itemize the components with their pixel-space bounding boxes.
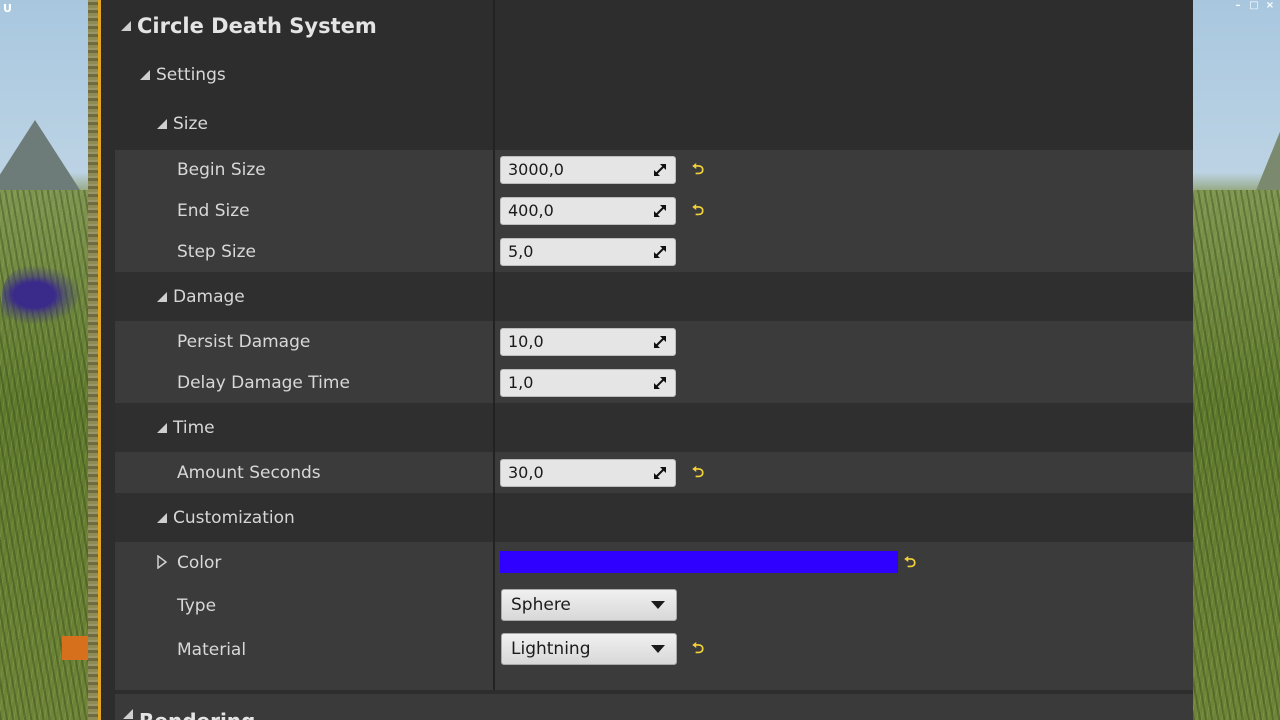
collapse-arrow-icon[interactable]: [157, 422, 167, 433]
reset-to-default-icon[interactable]: ⮌: [692, 203, 706, 218]
reset-to-default-icon[interactable]: ⮌: [692, 641, 706, 656]
drag-arrows-icon[interactable]: [653, 204, 667, 218]
minimize-icon[interactable]: –: [1232, 0, 1244, 12]
category-title: Circle Death System: [137, 14, 377, 38]
amount-seconds-input[interactable]: 30,0: [500, 459, 676, 487]
step-size-value: 5,0: [508, 242, 534, 261]
material-label: Material: [177, 640, 247, 660]
step-size-label: Step Size: [177, 242, 257, 262]
delay-damage-time-label: Delay Damage Time: [177, 373, 350, 393]
collapse-arrow-icon[interactable]: [123, 709, 133, 719]
group-damage-header[interactable]: Damage: [115, 272, 1193, 321]
chevron-down-icon[interactable]: [651, 601, 665, 609]
drag-arrows-icon[interactable]: [653, 163, 667, 177]
type-dropdown[interactable]: Sphere: [501, 589, 677, 621]
persist-damage-label: Persist Damage: [177, 332, 311, 352]
type-label: Type: [177, 596, 217, 616]
collapse-arrow-icon[interactable]: [157, 119, 167, 129]
column-divider[interactable]: [493, 0, 495, 690]
material-value: Lightning: [511, 639, 591, 659]
reset-to-default-icon[interactable]: ⮌: [692, 162, 706, 177]
group-size-label: Size: [173, 114, 208, 134]
group-size-header[interactable]: Size: [157, 114, 208, 134]
group-time-label: Time: [173, 417, 215, 438]
maximize-icon[interactable]: □: [1248, 0, 1260, 12]
collapse-arrow-icon[interactable]: [157, 291, 167, 302]
settings-label: Settings: [156, 65, 226, 85]
end-size-value: 400,0: [508, 201, 554, 220]
collapse-arrow-icon[interactable]: [121, 21, 131, 31]
category-rendering[interactable]: Rendering: [115, 694, 1193, 720]
group-time-header[interactable]: Time: [115, 403, 1193, 452]
drag-arrows-icon[interactable]: [653, 335, 667, 349]
drag-arrows-icon[interactable]: [653, 466, 667, 480]
level-viewport-right: – □ ×: [1193, 0, 1280, 720]
grass-terrain: [1193, 190, 1280, 720]
group-customization-header[interactable]: Customization: [115, 493, 1193, 542]
material-dropdown[interactable]: Lightning: [501, 633, 677, 665]
category-circle-death-system[interactable]: Circle Death System: [121, 2, 1193, 50]
begin-size-input[interactable]: 3000,0: [500, 156, 676, 184]
type-value: Sphere: [511, 595, 571, 615]
drag-arrows-icon[interactable]: [653, 376, 667, 390]
close-icon[interactable]: ×: [1264, 0, 1276, 12]
persist-damage-value: 10,0: [508, 332, 544, 351]
level-viewport-left: U: [0, 0, 100, 720]
group-customization-label: Customization: [173, 507, 295, 528]
settings-header[interactable]: Settings: [140, 65, 226, 85]
drag-arrows-icon[interactable]: [653, 245, 667, 259]
reset-to-default-icon[interactable]: ⮌: [904, 555, 918, 570]
reset-to-default-icon[interactable]: ⮌: [692, 465, 706, 480]
begin-size-value: 3000,0: [508, 160, 564, 179]
color-label: Color: [177, 553, 222, 573]
delay-damage-time-input[interactable]: 1,0: [500, 369, 676, 397]
window-controls: – □ ×: [1232, 0, 1276, 12]
delay-damage-time-value: 1,0: [508, 373, 534, 392]
details-panel: Circle Death System Settings Size Begin …: [101, 0, 1193, 720]
step-size-input[interactable]: 5,0: [500, 238, 676, 266]
amount-seconds-label: Amount Seconds: [177, 463, 321, 483]
chevron-down-icon[interactable]: [651, 645, 665, 653]
expand-arrow-icon[interactable]: [157, 555, 167, 569]
mountain: [0, 120, 80, 190]
begin-size-label: Begin Size: [177, 160, 266, 180]
color-swatch[interactable]: [500, 551, 898, 573]
end-size-input[interactable]: 400,0: [500, 197, 676, 225]
group-damage-label: Damage: [173, 286, 245, 307]
collapse-arrow-icon[interactable]: [157, 512, 167, 523]
unreal-logo-icon: U: [3, 2, 12, 15]
orange-actor: [62, 636, 88, 660]
category-rendering-label: Rendering: [139, 709, 255, 720]
end-size-label: End Size: [177, 201, 250, 221]
persist-damage-input[interactable]: 10,0: [500, 328, 676, 356]
amount-seconds-value: 30,0: [508, 463, 544, 482]
collapse-arrow-icon[interactable]: [140, 70, 150, 80]
